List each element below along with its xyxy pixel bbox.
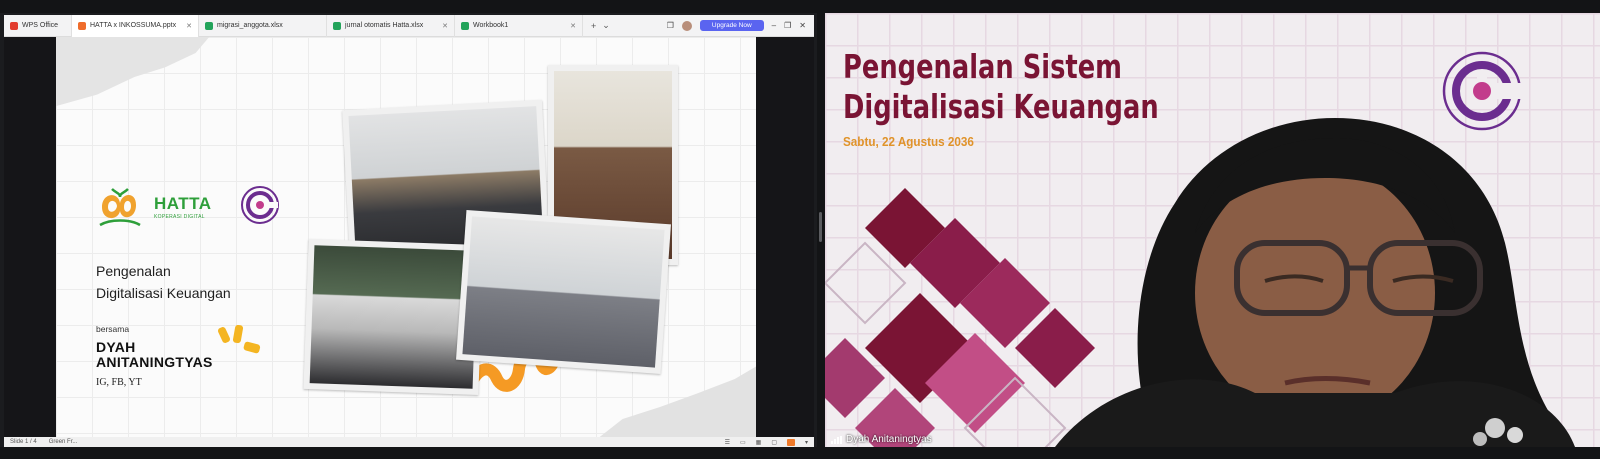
view-controls: ☰ ▭ ▦ ▢ ▾: [725, 438, 808, 446]
hatta-brand-subtitle: KOPERASI DIGITAL: [154, 214, 205, 220]
restore-button[interactable]: ❐: [784, 21, 791, 30]
wps-tab-bar: WPS Office HATTA x INKOSSUMA.pptx ✕ migr…: [4, 14, 814, 37]
hatta-brand-name: HATTA: [154, 194, 212, 213]
slide-sorter-icon[interactable]: ▦: [756, 439, 762, 446]
zoom-dropdown-icon[interactable]: ▾: [805, 439, 808, 446]
tab-presentation[interactable]: HATTA x INKOSSUMA.pptx ✕: [72, 14, 199, 37]
presentation-file-icon: [78, 21, 86, 30]
signal-strength-icon: [831, 435, 842, 444]
tab-label: HATTA x INKOSSUMA.pptx: [90, 22, 177, 29]
wps-logo-icon: [10, 21, 18, 30]
slide-title: Pengenalan Digitalisasi Keuangan: [96, 260, 231, 304]
spreadsheet-file-icon: [461, 21, 469, 30]
hatta-emblem-icon: [99, 188, 141, 227]
tab-spreadsheet-migrasi[interactable]: migrasi_anggota.xlsx: [199, 14, 327, 37]
inkossuma-logo-icon: [241, 186, 279, 224]
torn-paper-decoration: [592, 363, 756, 437]
group-photo: [456, 210, 671, 374]
slide-title-line2: Digitalisasi Keuangan: [96, 285, 231, 301]
normal-view-icon[interactable]: ▭: [740, 439, 746, 446]
tab-label: jurnal otomatis Hatta.xlsx: [345, 22, 424, 29]
hatta-logo: HATTA KOPERASI DIGITAL: [96, 185, 212, 229]
tab-actions: + ⌄: [583, 20, 610, 31]
tab-spreadsheet-workbook[interactable]: Workbook1 ✕: [455, 14, 583, 37]
theme-name[interactable]: Green Fr...: [49, 439, 78, 445]
close-tab-icon[interactable]: ✕: [180, 22, 192, 30]
tab-label: migrasi_anggota.xlsx: [217, 22, 283, 29]
user-avatar[interactable]: [681, 20, 692, 31]
tab-label: Workbook1: [473, 22, 509, 29]
presentation-slide: HATTA KOPERASI DIGITAL Pengenalan Digita…: [56, 37, 756, 437]
participant-camera-feed: [1055, 118, 1575, 447]
slide-title-line1: Pengenalan: [96, 263, 171, 279]
torn-paper-decoration: [56, 37, 216, 109]
computer-workstation-photo: [303, 238, 484, 396]
tab-spreadsheet-jurnal[interactable]: jurnal otomatis Hatta.xlsx ✕: [327, 14, 455, 37]
notes-icon[interactable]: ☰: [725, 439, 730, 446]
close-tab-icon[interactable]: ✕: [436, 22, 448, 30]
status-bar: Slide 1 / 4 Green Fr... ☰ ▭ ▦ ▢ ▾: [4, 437, 814, 447]
participant-video-tile[interactable]: Pengenalan Sistem Digitalisasi Keuangan …: [825, 13, 1600, 447]
reading-view-icon[interactable]: ▢: [771, 439, 777, 446]
screen-share-tile[interactable]: WPS Office HATTA x INKOSSUMA.pptx ✕ migr…: [0, 13, 817, 447]
sparkle-rays-icon: [217, 325, 261, 354]
close-window-button[interactable]: ✕: [799, 21, 806, 30]
tab-wps-office[interactable]: WPS Office: [4, 14, 72, 37]
tab-label: WPS Office: [22, 22, 59, 29]
video-call-view: WPS Office HATTA x INKOSSUMA.pptx ✕ migr…: [0, 0, 1600, 459]
new-tab-button[interactable]: +: [591, 21, 596, 31]
minimize-button[interactable]: –: [772, 21, 776, 30]
spreadsheet-file-icon: [333, 21, 341, 30]
window-actions: ❐ Upgrade Now – ❐ ✕: [667, 20, 814, 31]
presenter-name-line2: ANITANINGTYAS: [96, 354, 213, 370]
window-switch-icon[interactable]: ❐: [667, 21, 674, 30]
participant-name-label: Dyah Anitaningtyas: [831, 434, 932, 445]
close-tab-icon[interactable]: ✕: [564, 22, 576, 30]
slide-viewport[interactable]: HATTA KOPERASI DIGITAL Pengenalan Digita…: [4, 37, 814, 437]
slideshow-play-icon[interactable]: [786, 438, 795, 446]
presenter-name: DYAH ANITANINGTYAS: [96, 340, 213, 370]
tile-resize-handle[interactable]: [819, 212, 822, 242]
tab-menu-chevron-icon[interactable]: ⌄: [602, 20, 610, 31]
slide-indicator: Slide 1 / 4: [10, 439, 37, 445]
event-date: Sabtu, 22 Agustus 2036: [843, 134, 974, 149]
with-label: bersama: [96, 324, 130, 334]
presenter-name-line1: DYAH: [96, 339, 136, 355]
social-channels: IG, FB, YT: [96, 377, 142, 388]
spreadsheet-file-icon: [205, 21, 213, 30]
upgrade-now-button[interactable]: Upgrade Now: [699, 20, 764, 31]
participant-name: Dyah Anitaningtyas: [846, 434, 932, 445]
